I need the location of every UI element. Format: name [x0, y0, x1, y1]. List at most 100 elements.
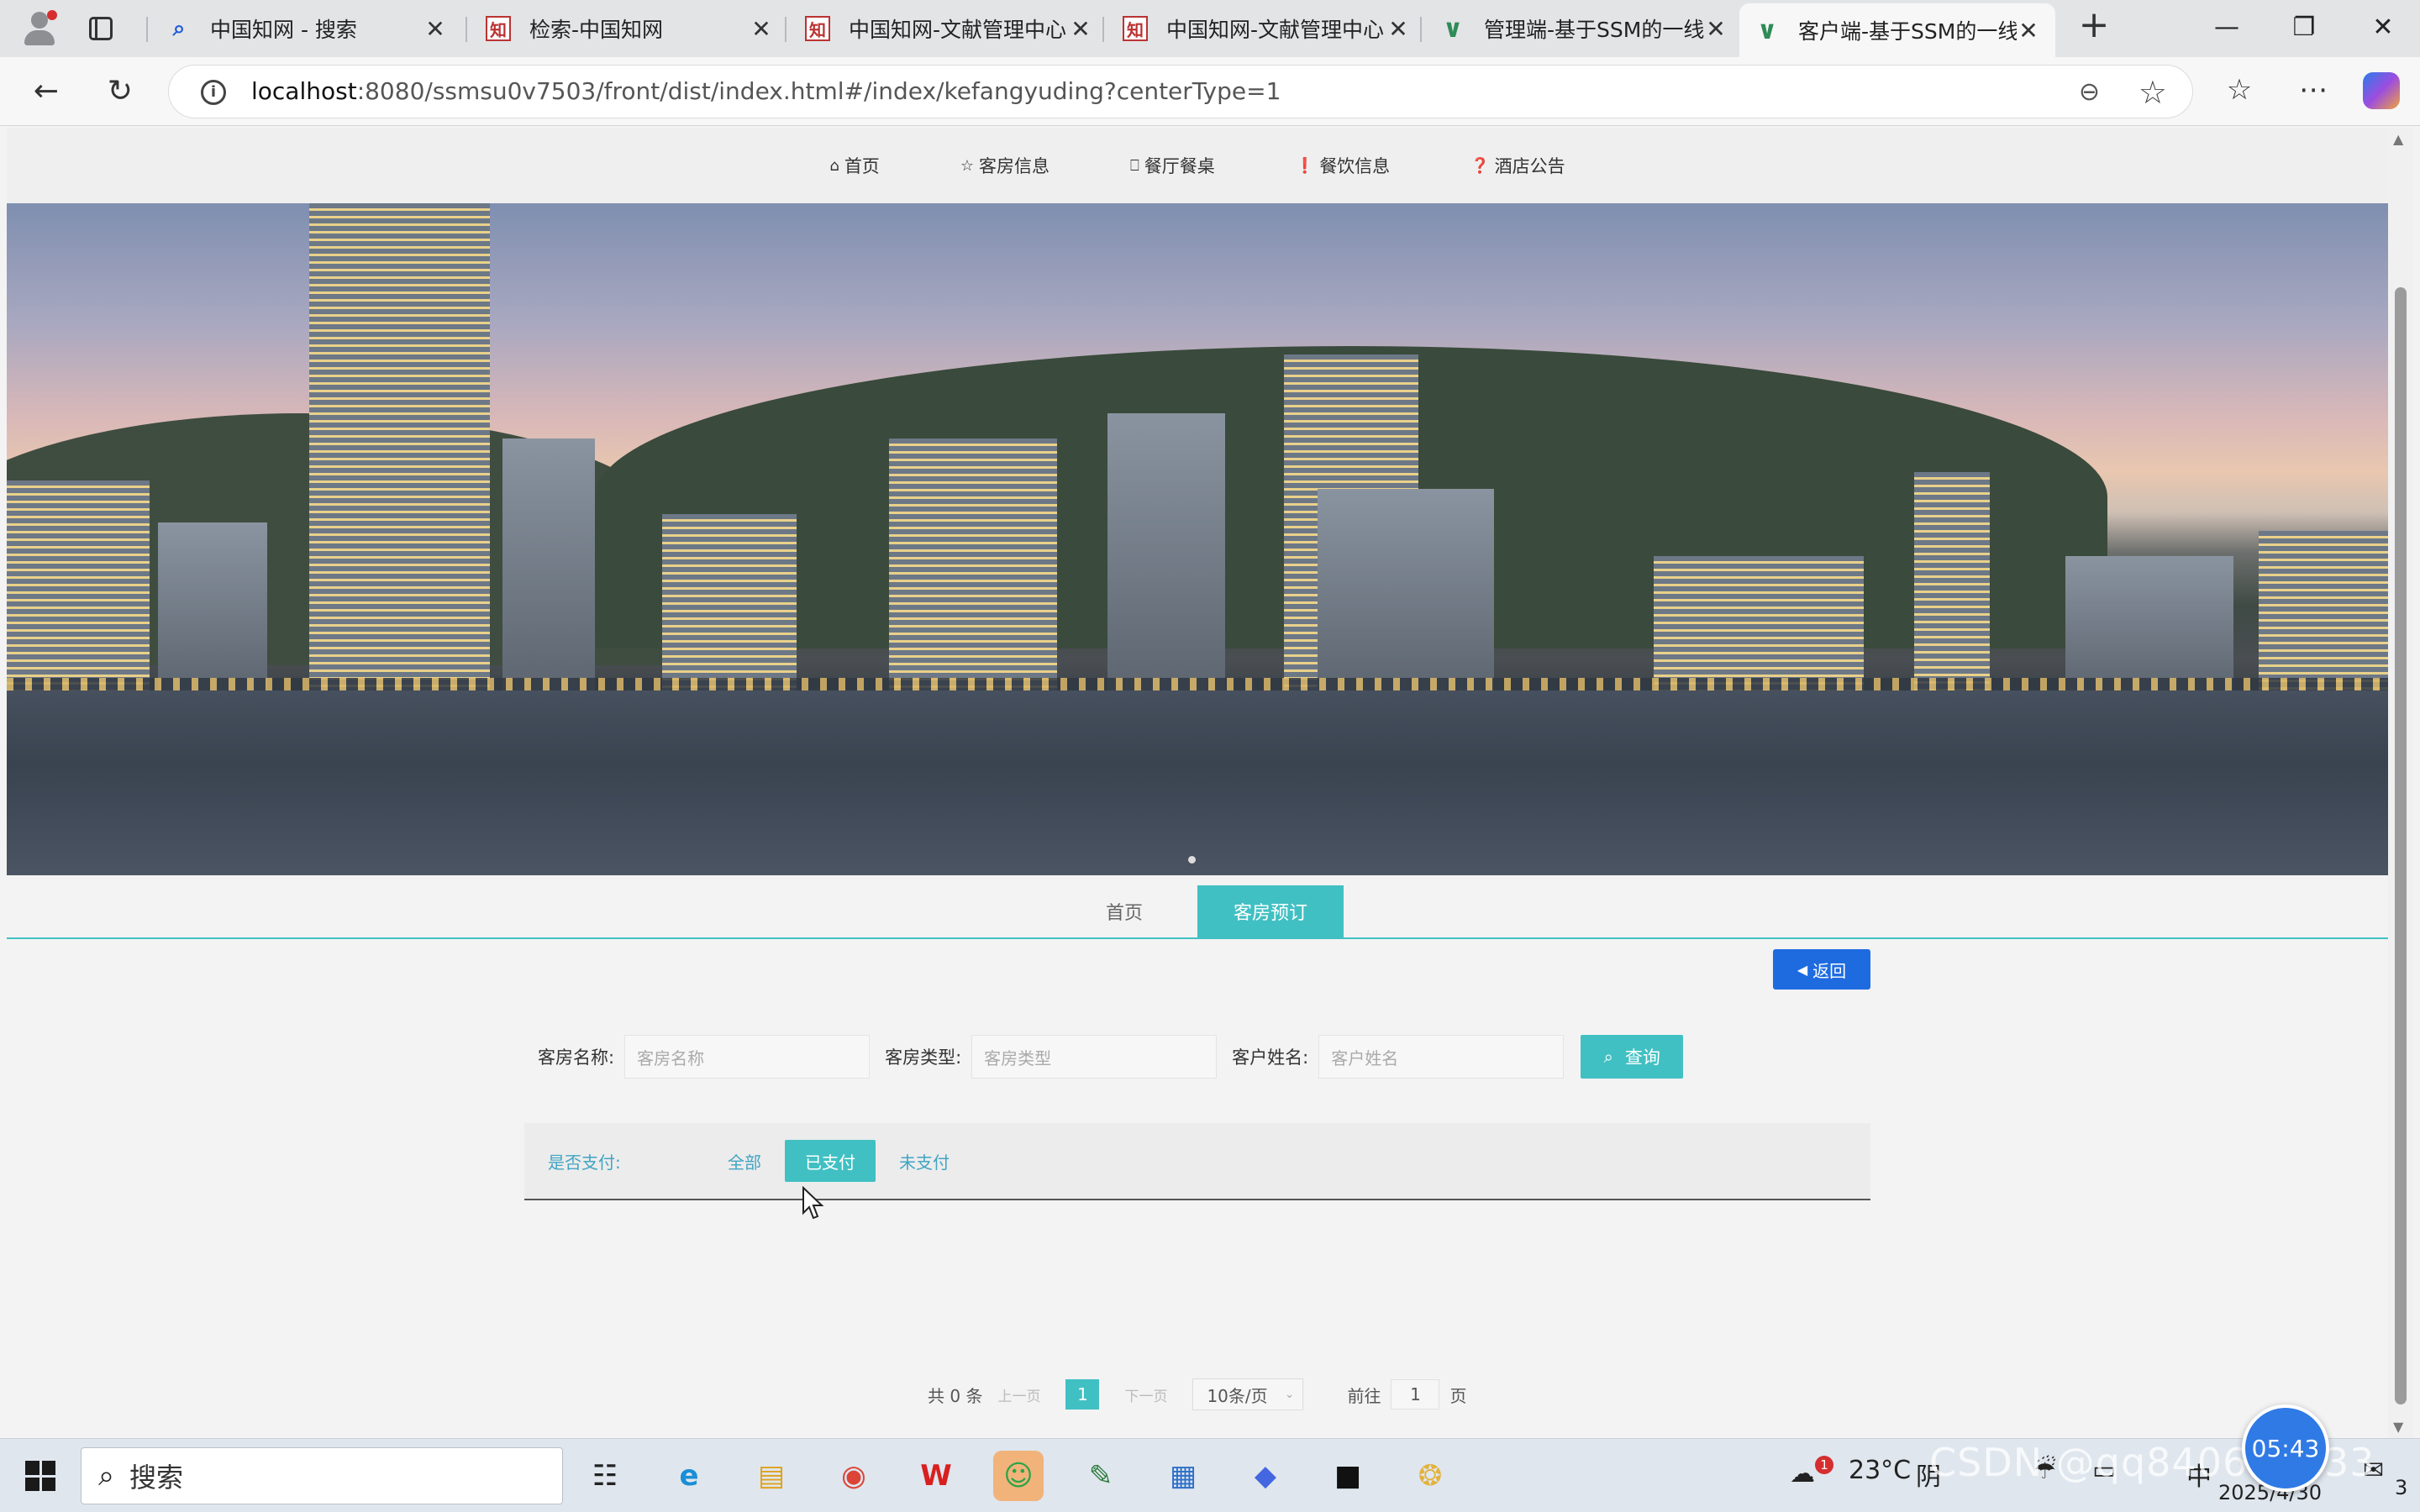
- total-count: 共 0 条: [928, 1385, 983, 1406]
- copilot-icon[interactable]: [2363, 72, 2400, 109]
- goto-page-input[interactable]: 1: [1391, 1379, 1440, 1410]
- close-tab-icon[interactable]: ✕: [1069, 15, 1092, 43]
- reload-icon[interactable]: ↻: [101, 72, 139, 111]
- room-type-input[interactable]: 客房类型: [971, 1035, 1218, 1079]
- wps-office-icon[interactable]: W: [911, 1451, 961, 1501]
- weather-cloud-icon[interactable]: ☁: [1790, 1459, 1815, 1488]
- nav-item-home[interactable]: ⌂ 首页: [829, 153, 879, 178]
- banner-building: [502, 438, 595, 690]
- page-scrollbar[interactable]: ▲ ▼: [2388, 128, 2413, 1438]
- more-menu-icon[interactable]: ⋯: [2292, 69, 2334, 111]
- room-type-label: 客房类型:: [885, 1047, 962, 1068]
- banner-building: [2065, 556, 2233, 690]
- search-form: 客房名称: 客房名称 客房类型: 客房类型 客户姓名: 客户姓名 ⌕ 查询: [538, 1035, 1684, 1079]
- tab-actions-icon[interactable]: [84, 12, 118, 45]
- nav-item-dining[interactable]: ❗ 餐饮信息: [1296, 153, 1390, 178]
- close-tab-icon[interactable]: ✕: [2017, 17, 2040, 45]
- filter-option-paid[interactable]: 已支付: [785, 1140, 876, 1182]
- banner-building: [1107, 413, 1225, 690]
- close-tab-icon[interactable]: ✕: [1386, 15, 1410, 43]
- tab-separator: [466, 17, 467, 42]
- breadcrumb-home[interactable]: 首页: [1051, 885, 1197, 937]
- favorite-star-icon[interactable]: ☆: [2139, 74, 2167, 111]
- close-window-icon[interactable]: ✕: [2358, 7, 2408, 49]
- browser-tab[interactable]: ∨ 管理端-基于SSM的一线 ✕: [1425, 3, 1743, 54]
- banner-building: [2259, 531, 2388, 690]
- carousel-dot[interactable]: [1188, 856, 1196, 864]
- banner-tower: [309, 203, 490, 690]
- page-size-select[interactable]: 10条/页 ⌄: [1192, 1378, 1304, 1410]
- wechat-icon[interactable]: ☺: [993, 1451, 1044, 1501]
- page-number-current[interactable]: 1: [1065, 1379, 1100, 1410]
- tab-label: 管理端-基于SSM的一线: [1484, 18, 1704, 42]
- banner-building: [158, 522, 267, 690]
- nav-item-notices[interactable]: ❓ 酒店公告: [1470, 153, 1565, 178]
- back-label: 返回: [1812, 960, 1847, 981]
- favorites-icon[interactable]: ☆: [2218, 69, 2260, 111]
- star-icon: ☆: [960, 156, 974, 175]
- floating-timer-bubble[interactable]: 05:43: [2242, 1404, 2329, 1492]
- hero-banner-image: [7, 203, 2388, 875]
- zoom-out-icon[interactable]: ⊖: [2079, 77, 2100, 107]
- home-icon: ⌂: [829, 156, 839, 175]
- browser-tab-strip: ⌕ 中国知网 - 搜索 ✕ 知 检索-中国知网 ✕ 知 中国知网-文献管理中心 …: [0, 0, 2420, 57]
- restore-icon[interactable]: ❐: [2279, 7, 2329, 49]
- new-tab-button[interactable]: +: [2075, 7, 2112, 45]
- nav-label: 酒店公告: [1494, 156, 1565, 176]
- banner-building: [1914, 472, 1990, 690]
- minimize-icon[interactable]: —: [2202, 7, 2252, 49]
- zhi-logo-icon: 知: [486, 16, 511, 41]
- nav-item-tables[interactable]: ⎕ 餐厅餐桌: [1130, 153, 1215, 178]
- nav-label: 餐厅餐桌: [1144, 156, 1215, 176]
- browser-tab[interactable]: 知 中国知网-文献管理中心 ✕: [790, 3, 1107, 54]
- scrollbar-thumb[interactable]: [2395, 287, 2407, 1404]
- address-bar[interactable]: i localhost:8080/ssmsu0v7503/front/dist/…: [168, 65, 2193, 118]
- browser-tab[interactable]: ⌕ 中国知网 - 搜索 ✕: [151, 3, 462, 54]
- editor-app-icon[interactable]: ◆: [1240, 1451, 1291, 1501]
- task-view-icon[interactable]: ☷: [580, 1451, 630, 1501]
- back-button[interactable]: ◀ 返回: [1773, 949, 1870, 990]
- browser-tab[interactable]: 知 检索-中国知网 ✕: [471, 3, 788, 54]
- url-text[interactable]: localhost:8080/ssmsu0v7503/front/dist/in…: [251, 77, 1281, 105]
- banner-building: [1654, 556, 1864, 690]
- windows-start-icon[interactable]: [25, 1461, 55, 1491]
- notepad-app-icon[interactable]: ✎: [1076, 1451, 1126, 1501]
- edge-browser-icon[interactable]: e: [664, 1451, 714, 1501]
- filter-option-unpaid[interactable]: 未支付: [879, 1140, 970, 1182]
- browser-tab[interactable]: 知 中国知网-文献管理中心 ✕: [1107, 3, 1425, 54]
- browser-tab-active[interactable]: ∨ 客户端-基于SSM的一线 ✕: [1739, 3, 2055, 57]
- zhi-logo-icon: 知: [1123, 16, 1148, 41]
- filter-option-all[interactable]: 全部: [708, 1140, 781, 1182]
- scroll-up-icon[interactable]: ▲: [2393, 131, 2403, 147]
- tab-label: 中国知网 - 搜索: [210, 18, 357, 42]
- next-page-button[interactable]: 下一页: [1124, 1384, 1167, 1405]
- tab-separator: [785, 17, 786, 42]
- scroll-down-icon[interactable]: ▼: [2393, 1419, 2403, 1435]
- browser-toolbar: ← ↻ i localhost:8080/ssmsu0v7503/front/d…: [0, 57, 2420, 126]
- taskbar-search-box[interactable]: ⌕ 搜索: [81, 1447, 563, 1504]
- chrome-icon[interactable]: ◉: [829, 1451, 879, 1501]
- intellij-idea-icon[interactable]: ■: [1323, 1451, 1373, 1501]
- banner-building: [889, 438, 1057, 690]
- file-explorer-icon[interactable]: ▤: [746, 1451, 797, 1501]
- goto-suffix: 页: [1449, 1385, 1467, 1406]
- customer-name-input[interactable]: 客户姓名: [1318, 1035, 1565, 1079]
- back-icon[interactable]: ←: [27, 72, 66, 111]
- site-top-nav: ⌂ 首页 ☆ 客房信息 ⎕ 餐厅餐桌 ❗ 餐饮信息 ❓ 酒店公告: [7, 128, 2388, 203]
- close-tab-icon[interactable]: ✕: [424, 15, 447, 43]
- query-label: 查询: [1624, 1047, 1660, 1068]
- tab-label: 检索-中国知网: [529, 18, 664, 42]
- close-tab-icon[interactable]: ✕: [1704, 15, 1728, 43]
- nav-item-rooms[interactable]: ☆ 客房信息: [960, 153, 1050, 178]
- prev-page-button[interactable]: 上一页: [997, 1384, 1040, 1405]
- query-button[interactable]: ⌕ 查询: [1581, 1035, 1684, 1079]
- site-info-icon[interactable]: i: [201, 80, 226, 105]
- close-tab-icon[interactable]: ✕: [750, 15, 773, 43]
- app-grid-icon[interactable]: ▦: [1158, 1451, 1208, 1501]
- room-name-input[interactable]: 客房名称: [624, 1035, 871, 1079]
- profile-avatar-icon[interactable]: [20, 8, 59, 47]
- weather-temperature[interactable]: 23°C: [1849, 1456, 1911, 1485]
- page-size-value: 10条/页: [1207, 1385, 1268, 1406]
- breadcrumb-room-booking[interactable]: 客房预订: [1197, 885, 1344, 937]
- navicat-icon[interactable]: ❂: [1405, 1451, 1455, 1501]
